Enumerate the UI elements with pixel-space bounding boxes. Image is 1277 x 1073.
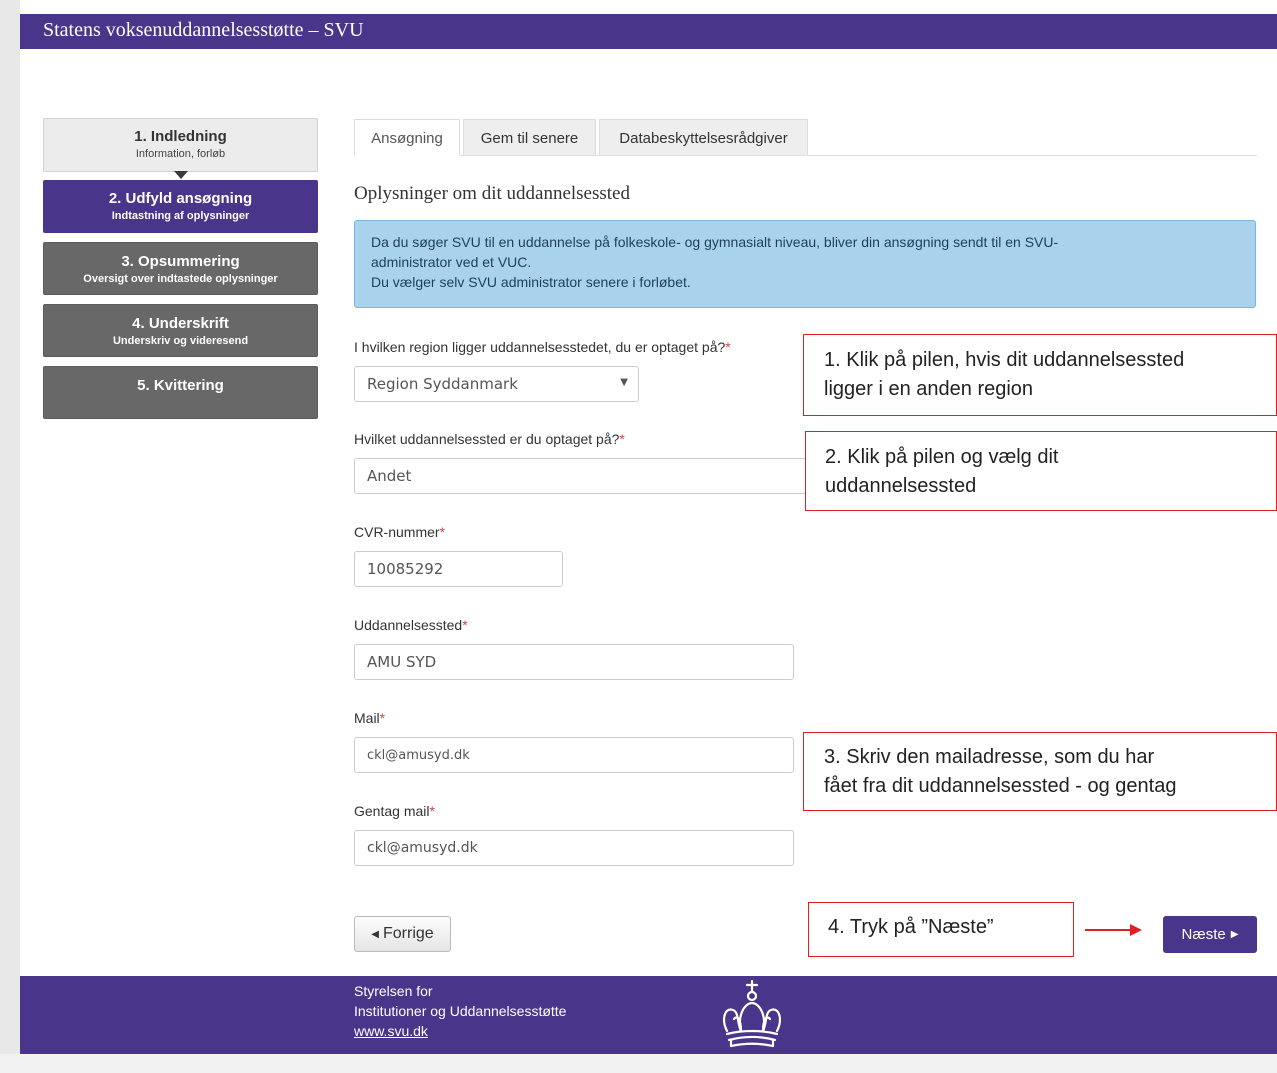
arrow-right-icon bbox=[1130, 924, 1142, 936]
step-subtitle: Indtastning af oplysninger bbox=[111, 210, 250, 222]
info-alert: Da du søger SVU til en uddannelse på fol… bbox=[354, 220, 1256, 308]
step-kvittering[interactable]: 5. Kvittering bbox=[43, 366, 318, 419]
cvr-input-value: 10085292 bbox=[367, 560, 444, 578]
mail-input[interactable]: ckl@amusyd.dk bbox=[354, 737, 794, 773]
previous-button[interactable]: ◀ Forrige bbox=[354, 916, 451, 952]
footer-text: Styrelsen for Institutioner og Uddannels… bbox=[354, 981, 566, 1041]
footer-line: Institutioner og Uddannelsesstøtte bbox=[354, 1003, 567, 1019]
next-button[interactable]: Næste ▶ bbox=[1163, 916, 1257, 953]
callout-line: 1. Klik på pilen, hvis dit uddannelsesst… bbox=[824, 349, 1185, 371]
step-title: 1. Indledning bbox=[134, 128, 227, 145]
required-asterisk: * bbox=[439, 524, 446, 540]
region-label: I hvilken region ligger uddannelsesstede… bbox=[354, 339, 731, 355]
step-title: 3. Opsummering bbox=[121, 253, 240, 270]
current-step-marker-icon bbox=[174, 171, 188, 179]
required-asterisk: * bbox=[725, 339, 731, 355]
chevron-down-icon[interactable]: ▼ bbox=[620, 377, 628, 388]
mail-input-value: ckl@amusyd.dk bbox=[367, 747, 470, 763]
required-asterisk: * bbox=[462, 617, 468, 633]
step-underskrift[interactable]: 4. Underskrift Underskriv og videresend bbox=[43, 304, 318, 357]
callout-mail: 3. Skriv den mailadresse, som du har fåe… bbox=[803, 732, 1277, 811]
mail-repeat-input[interactable]: ckl@amusyd.dk bbox=[354, 830, 794, 866]
region-select[interactable]: Region Syddanmark ▼ bbox=[354, 366, 639, 402]
step-udfyld-ansoegning[interactable]: 2. Udfyld ansøgning Indtastning af oplys… bbox=[43, 180, 318, 233]
institution-select-value: Andet bbox=[367, 467, 412, 485]
next-button-label: Næste bbox=[1181, 926, 1226, 943]
tab-gem-til-senere[interactable]: Gem til senere bbox=[463, 119, 596, 156]
institution-select[interactable]: Andet bbox=[354, 458, 814, 494]
info-line: administrator ved et VUC. bbox=[371, 254, 532, 270]
tab-ansoegning[interactable]: Ansøgning bbox=[354, 119, 460, 156]
top-banner: Statens voksenuddannelsesstøtte – SVU bbox=[20, 14, 1277, 49]
callout-line: 3. Skriv den mailadresse, som du har bbox=[824, 746, 1155, 768]
callout-institution: 2. Klik på pilen og vælg dit uddannelses… bbox=[805, 431, 1277, 511]
place-input-value: AMU SYD bbox=[367, 653, 437, 671]
footer-line: Styrelsen for bbox=[354, 983, 433, 999]
arrow-line bbox=[1085, 929, 1132, 931]
info-line: Da du søger SVU til en uddannelse på fol… bbox=[371, 234, 1059, 250]
footer-link[interactable]: www.svu.dk bbox=[354, 1021, 566, 1041]
step-subtitle: Underskriv og videresend bbox=[112, 335, 249, 347]
region-select-value: Region Syddanmark bbox=[367, 375, 518, 393]
previous-button-label: Forrige bbox=[383, 925, 434, 942]
cvr-label: CVR-nummer* bbox=[354, 524, 446, 540]
caret-right-icon: ▶ bbox=[1230, 929, 1239, 940]
step-opsummering[interactable]: 3. Opsummering Oversigt over indtastede … bbox=[43, 242, 318, 295]
step-title: 5. Kvittering bbox=[137, 377, 224, 394]
footer: Styrelsen for Institutioner og Uddannels… bbox=[20, 976, 1277, 1054]
site-title: Statens voksenuddannelsesstøtte – SVU bbox=[43, 19, 364, 41]
caret-left-icon: ◀ bbox=[371, 928, 379, 940]
required-asterisk: * bbox=[619, 431, 625, 447]
mail-repeat-label: Gentag mail* bbox=[354, 803, 435, 819]
callout-line: 4. Tryk på ”Næste” bbox=[828, 916, 994, 938]
required-asterisk: * bbox=[379, 710, 386, 726]
callout-line: fået fra dit uddannelsessted - og gentag bbox=[824, 775, 1177, 797]
tab-databeskyttelsesraadgiver[interactable]: Databeskyttelsesrådgiver bbox=[599, 119, 808, 156]
institution-label: Hvilket uddannelsessted er du optaget på… bbox=[354, 431, 625, 447]
section-title: Oplysninger om dit uddannelsessted bbox=[354, 183, 630, 204]
step-subtitle: Information, forløb bbox=[135, 148, 226, 160]
step-title: 4. Underskrift bbox=[132, 315, 229, 332]
callout-line: uddannelsessted bbox=[825, 475, 977, 497]
step-indledning[interactable]: 1. Indledning Information, forløb bbox=[43, 118, 318, 172]
mail-repeat-input-value: ckl@amusyd.dk bbox=[367, 840, 478, 856]
step-subtitle: Oversigt over indtastede oplysninger bbox=[83, 273, 278, 285]
required-asterisk: * bbox=[429, 803, 435, 819]
place-label: Uddannelsessted* bbox=[354, 617, 468, 633]
callout-line: 2. Klik på pilen og vælg dit bbox=[825, 446, 1059, 468]
cvr-input[interactable]: 10085292 bbox=[354, 551, 563, 587]
callout-line: ligger i en anden region bbox=[824, 378, 1034, 400]
callout-next: 4. Tryk på ”Næste” bbox=[808, 902, 1074, 957]
callout-region: 1. Klik på pilen, hvis dit uddannelsesst… bbox=[803, 334, 1277, 416]
mail-label: Mail* bbox=[354, 710, 386, 726]
left-rail bbox=[0, 0, 20, 1073]
place-input[interactable]: AMU SYD bbox=[354, 644, 794, 680]
info-line: Du vælger selv SVU administrator senere … bbox=[371, 274, 691, 290]
step-title: 2. Udfyld ansøgning bbox=[108, 190, 253, 207]
crown-logo-icon bbox=[723, 979, 781, 1048]
bottom-strip bbox=[0, 1054, 1277, 1073]
